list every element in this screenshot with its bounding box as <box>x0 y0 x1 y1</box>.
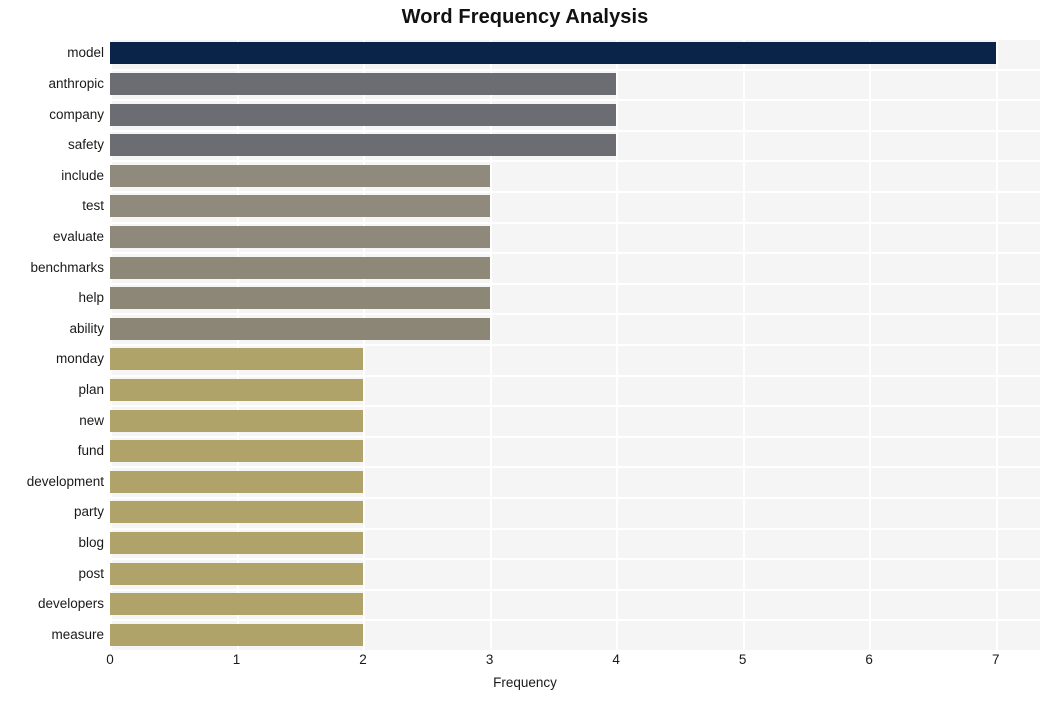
y-tick-label-ability: ability <box>69 320 104 336</box>
y-tick-label-help: help <box>78 290 104 306</box>
x-tick-label-3: 3 <box>485 652 494 667</box>
y-tick-label-post: post <box>78 565 104 581</box>
y-tick-label-party: party <box>73 504 104 520</box>
y-tick-label-test: test <box>82 198 104 214</box>
x-tick-label-6: 6 <box>865 652 873 667</box>
y-axis-tick-labels: model anthropic company safety include test ev… <box>0 38 1050 650</box>
y-tick-label-development: development <box>26 473 104 489</box>
y-tick-label-blog: blog <box>78 534 104 550</box>
y-tick-label-new: new <box>79 412 104 428</box>
x-axis-label: Frequency <box>493 675 557 690</box>
y-tick-label-benchmarks: benchmarks <box>30 259 104 275</box>
y-tick-label-anthropic: anthropic <box>48 75 104 91</box>
y-tick-label-measure: measure <box>51 626 104 642</box>
page-title: Word Frequency Analysis <box>401 6 649 28</box>
y-tick-label-developers: developers <box>37 596 104 612</box>
y-tick-label-include: include <box>61 167 104 183</box>
y-tick-label-safety: safety <box>67 137 104 153</box>
x-tick-label-0: 0 <box>106 652 114 667</box>
y-tick-label-fund: fund <box>77 443 104 459</box>
x-axis-tick-labels: 0 1 2 3 4 5 6 7 <box>106 652 1040 676</box>
y-tick-label-monday: monday <box>55 351 104 367</box>
y-tick-label-company: company <box>49 106 104 122</box>
x-tick-label-7: 7 <box>991 652 1000 667</box>
x-tick-label-4: 4 <box>612 652 620 667</box>
x-tick-label-1: 1 <box>232 652 241 667</box>
y-tick-label-evaluate: evaluate <box>52 228 104 244</box>
x-tick-label-2: 2 <box>359 652 367 667</box>
word-frequency-chart: Word Frequency Analysis model anthropic co… <box>0 0 1050 701</box>
y-tick-label-model: model <box>67 45 104 61</box>
y-tick-label-plan: plan <box>78 381 104 397</box>
x-tick-label-5: 5 <box>738 652 747 667</box>
